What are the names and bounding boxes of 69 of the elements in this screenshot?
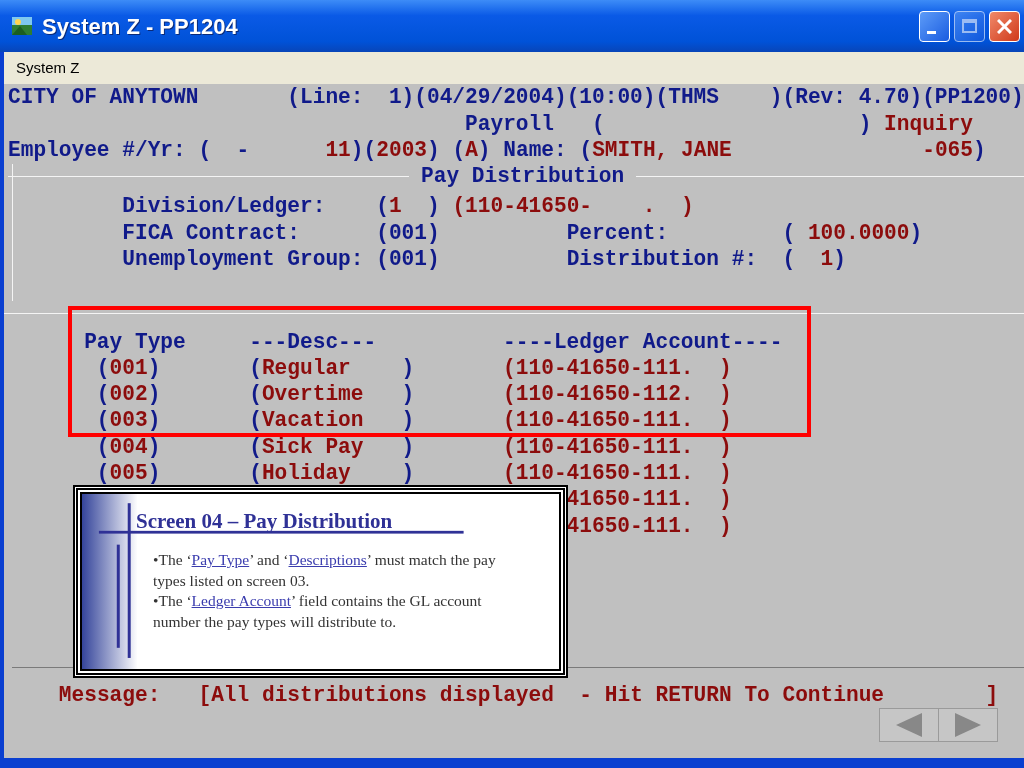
callout-text: •The ‘Ledger Account’ field contains the GL account number the pay types will distribute to. [153, 591, 483, 632]
maximize-button[interactable] [954, 10, 985, 42]
terminal-text: (Line: 1) [287, 85, 415, 109]
term-link[interactable]: Descriptions [288, 551, 367, 568]
table-cell: (110-41650-111. ) [503, 434, 732, 459]
message-text: [All distributions displayed - Hit RETURN To Continue ] [198, 682, 999, 707]
terminal-text: Distribution #: [566, 247, 758, 271]
table-cell: (110-41650-111. ) [503, 408, 732, 433]
terminal-text: Inquiry [884, 111, 973, 136]
callout-title: Screen 04 – Pay Distribution [136, 508, 393, 535]
window-title: System Z - PP1204 [42, 12, 238, 41]
terminal-text: (A) [452, 138, 491, 162]
terminal-text: (PP1200) [922, 85, 1024, 109]
terminal-text: (001) [376, 247, 440, 271]
column-header: ----Ledger Account---- [503, 329, 783, 354]
terminal-text: (110-41650- . ) [452, 194, 694, 218]
previous-button[interactable] [879, 708, 939, 742]
minimize-icon [927, 30, 936, 34]
terminal-text: ( 1) [782, 247, 846, 271]
right-triangle-icon [955, 713, 981, 737]
terminal-text: Division/Ledger: [122, 194, 326, 218]
terminal-text: Unemployment Group: [122, 247, 364, 271]
table-cell: (Holiday ) [249, 461, 415, 485]
table-cell: (004) [96, 434, 161, 459]
table-cell: (Overtime ) [249, 382, 415, 407]
table-cell: (001) [96, 355, 161, 380]
close-button[interactable] [989, 10, 1020, 42]
terminal-text: (1 ) [376, 194, 440, 218]
terminal-text: ( - 11) [198, 138, 364, 162]
terminal-text: (2003) [363, 138, 440, 162]
table-cell: 41650-111. ) [566, 487, 732, 512]
message-label: Message: [58, 682, 161, 707]
maximize-icon [962, 19, 977, 33]
terminal-text: (Rev: 4.70) [782, 85, 923, 109]
term-link[interactable]: Ledger Account [191, 592, 291, 609]
menu-item[interactable]: System Z [16, 56, 80, 80]
terminal-text: (SMITH, JANE -065) [579, 138, 986, 162]
table-cell: (110-41650-112. ) [503, 382, 732, 407]
term-link[interactable]: Pay Type [191, 551, 250, 568]
table-cell: (002) [96, 382, 161, 407]
terminal-text: ( ) [592, 111, 872, 136]
left-triangle-icon [896, 713, 922, 737]
terminal-text: Percent: [566, 220, 669, 245]
table-cell: (Sick Pay ) [249, 434, 415, 459]
terminal-text: (10:00) [566, 85, 656, 109]
app-icon [10, 14, 34, 38]
table-cell: (Regular ) [249, 355, 415, 380]
column-header: ---Desc--- [249, 329, 377, 354]
table-cell: (110-41650-111. ) [503, 461, 732, 485]
table-cell: 41650-111. ) [566, 513, 732, 538]
terminal-text: Name: [503, 138, 567, 162]
terminal-text: FICA Contract: [122, 220, 300, 245]
next-button[interactable] [938, 708, 998, 742]
terminal-text: CITY OF ANYTOWN [8, 85, 199, 109]
table-cell: (003) [96, 408, 161, 433]
section-title: Pay Distribution [420, 162, 626, 190]
terminal-text: (04/29/2004) [414, 85, 567, 109]
minimize-button[interactable] [919, 10, 950, 42]
terminal-text: (THMS ) [655, 85, 783, 109]
callout-text: •The ‘Pay Type’ and ‘Descriptions’ must match the pay types listed on screen 03. [153, 550, 497, 591]
table-cell: (110-41650-111. ) [503, 355, 732, 380]
terminal-text: ( 100.0000) [782, 220, 923, 245]
close-icon [997, 18, 1012, 34]
terminal-text: Payroll [465, 111, 554, 136]
column-header: Pay Type [84, 329, 186, 354]
table-cell: (Vacation ) [249, 408, 415, 433]
terminal-text: (001) [376, 220, 440, 245]
terminal-text: Employee #/Yr: [8, 138, 186, 162]
table-cell: (005) [96, 461, 161, 485]
